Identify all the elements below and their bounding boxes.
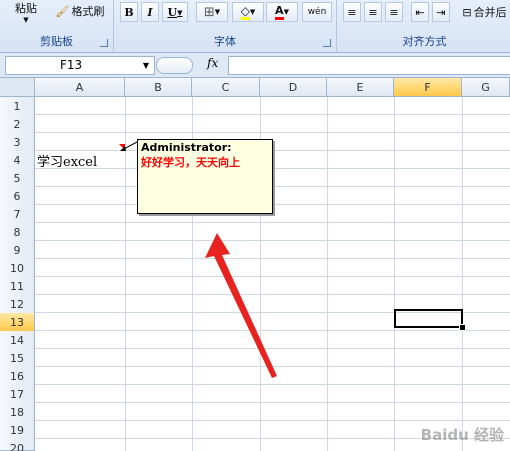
align-left-icon: ≡ [347,5,357,19]
chevron-down-icon: ▼ [249,8,256,16]
cell-comment[interactable]: Administrator: 好好学习，天天向上 [137,139,273,214]
row-header-19[interactable]: 19 [0,421,35,440]
format-painter-label: 格式刷 [71,5,105,18]
row-header-6[interactable]: 6 [0,187,35,206]
fill-color-icon: ◇ [240,3,250,20]
row-header-11[interactable]: 11 [0,277,35,296]
align-center-icon: ≡ [368,5,378,19]
chevron-down-icon[interactable]: ▼ [143,57,149,74]
gridline [35,402,510,403]
phonetic-icon: wén [307,7,327,17]
alignment-group-label: 对齐方式 [402,35,447,48]
row-header-16[interactable]: 16 [0,367,35,386]
merge-label: 合并后 [473,6,507,19]
row-header-13[interactable]: 13 [0,313,35,332]
dialog-launcher-icon[interactable] [323,39,331,47]
format-painter-button[interactable]: 🖌 格式刷 [52,1,108,21]
row-header-3[interactable]: 3 [0,133,35,152]
dialog-launcher-icon[interactable] [100,39,108,47]
worksheet-grid[interactable]: A B C D E F G 1 2 3 4 5 6 7 8 9 10 11 12… [0,78,510,451]
comment-text: 好好学习，天天向上 [141,156,240,169]
row-header-15[interactable]: 15 [0,349,35,368]
column-header-E[interactable]: E [327,78,394,97]
column-header-D[interactable]: D [260,78,327,97]
row-header-8[interactable]: 8 [0,223,35,242]
gridline [35,114,510,115]
row-header-18[interactable]: 18 [0,403,35,422]
cell-A4[interactable]: 学习excel [37,151,97,170]
row-header-14[interactable]: 14 [0,331,35,350]
formula-input[interactable] [228,56,510,75]
align-right-button[interactable]: ≡ [385,2,403,22]
clipboard-group-label: 剪贴板 [40,35,73,48]
fill-color-button[interactable]: ◇ ▼ [232,2,264,22]
paintbrush-icon: 🖌 [55,4,70,18]
chevron-down-icon: ▼ [214,8,221,16]
font-group: B I U ▼ ⊞ ▼ ◇ ▼ A ▼ wén 字体 [114,0,337,52]
annotation-arrow-icon [205,233,277,378]
paste-label: 粘贴 [15,2,37,15]
row-header-7[interactable]: 7 [0,205,35,224]
chevron-down-icon: ▼ [283,8,289,16]
comment-author: Administrator: [141,141,232,154]
name-box[interactable]: F13 ▼ [5,56,155,75]
phonetic-button[interactable]: wén [302,2,332,22]
clipboard-group: 粘贴 ▼ 🖌 格式刷 剪贴板 [0,0,114,52]
row-header-9[interactable]: 9 [0,241,35,260]
merge-center-button[interactable]: ⊟ 合并后 [457,2,510,22]
align-center-button[interactable]: ≡ [364,2,382,22]
underline-label: U [167,5,178,19]
borders-icon: ⊞ [203,4,215,20]
underline-button[interactable]: U ▼ [162,2,188,22]
name-box-value: F13 [60,58,83,72]
row-header-20[interactable]: 20 [0,439,35,451]
column-header-B[interactable]: B [125,78,192,97]
align-left-button[interactable]: ≡ [343,2,361,22]
paste-button[interactable]: 粘贴 ▼ [6,0,46,24]
chevron-down-icon: ▼ [177,7,183,17]
column-header-A[interactable]: A [35,78,125,97]
merge-icon: ⊟ [462,5,472,19]
italic-button[interactable]: I [141,2,159,22]
borders-button[interactable]: ⊞ ▼ [196,2,228,22]
decrease-indent-button[interactable]: ⇤ [411,2,429,22]
increase-indent-button[interactable]: ⇥ [432,2,450,22]
font-group-label: 字体 [214,35,236,48]
row-header-5[interactable]: 5 [0,169,35,188]
selected-cell-F13[interactable] [394,309,463,328]
select-all-button[interactable] [0,78,35,97]
gridline [35,132,510,133]
watermark: Baidu 经验 [420,426,504,444]
decrease-indent-icon: ⇤ [415,5,425,19]
formula-separator-handle[interactable] [156,57,193,74]
align-right-icon: ≡ [389,5,399,19]
column-header-C[interactable]: C [192,78,260,97]
chevron-down-icon: ▼ [23,16,29,24]
increase-indent-icon: ⇥ [436,5,446,19]
row-header-12[interactable]: 12 [0,295,35,314]
column-header-G[interactable]: G [462,78,510,97]
row-header-17[interactable]: 17 [0,385,35,404]
row-header-1[interactable]: 1 [0,97,35,116]
font-color-icon: A [275,4,284,20]
ribbon: 粘贴 ▼ 🖌 格式刷 剪贴板 B I U ▼ ⊞ ▼ ◇ ▼ A ▼ wén 字体 ≡ [0,0,510,53]
row-header-2[interactable]: 2 [0,115,35,134]
gridline [35,420,510,421]
font-color-button[interactable]: A ▼ [266,2,298,22]
row-header-4[interactable]: 4 [0,151,35,170]
fill-handle[interactable] [459,324,466,331]
alignment-group: ≡ ≡ ≡ ⇤ ⇥ ⊟ 合并后 对齐方式 [337,0,510,52]
row-header-10[interactable]: 10 [0,259,35,278]
insert-function-icon[interactable]: fx [207,56,218,70]
bold-button[interactable]: B [120,2,138,22]
column-header-F[interactable]: F [394,78,462,97]
formula-bar: F13 ▼ fx [0,53,510,78]
gridline [35,222,510,223]
